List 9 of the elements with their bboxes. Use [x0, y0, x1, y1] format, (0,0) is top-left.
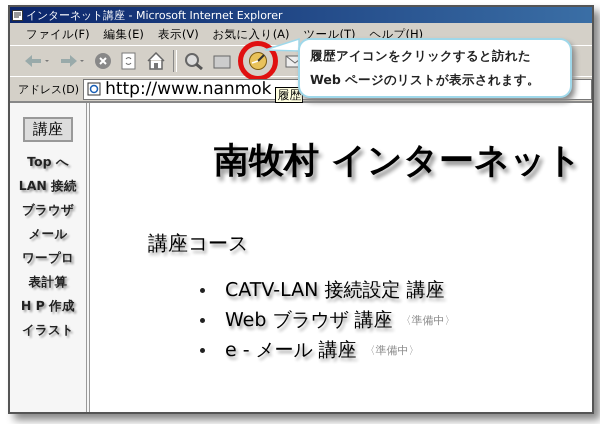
address-label: アドレス(D)	[18, 82, 80, 96]
status-note: 〈準備中〉	[364, 342, 420, 358]
page-title: 南牧村 インターネット	[214, 140, 584, 183]
section-heading: 講座コース	[148, 230, 249, 257]
callout-text: Web ページのリストが表示されます。	[310, 71, 542, 89]
callout-text: 履歴アイコンをクリックすると訪れた	[310, 47, 532, 65]
window-title: インターネット講座 - Microsoft Internet Explorer	[26, 8, 282, 22]
status-note: 〈準備中〉	[400, 312, 456, 328]
sidebar-header: 講座	[23, 117, 73, 142]
